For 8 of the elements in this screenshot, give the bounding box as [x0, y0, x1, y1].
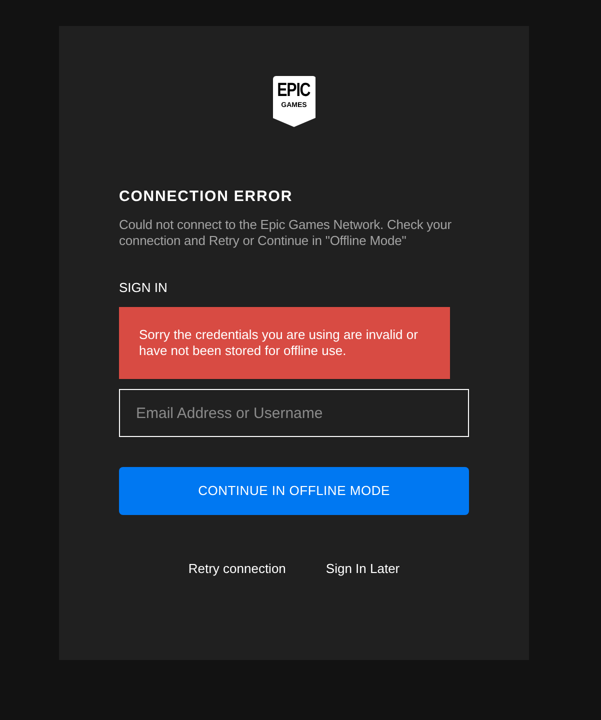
text-link[interactable]: Retry connection	[188, 560, 286, 578]
error-message: Could not connect to the Epic Games Network. Check your connection and Retry or Continue in "Offline Mode"	[119, 217, 452, 249]
dialog-title: CONNECTION ERROR	[119, 187, 294, 207]
credentials-error-alert: Sorry the credentials you are using are invalid or have not been stored for offline use.	[119, 307, 450, 379]
sign-in-heading: SIGN IN	[119, 279, 168, 297]
continue-offline-button[interactable]: CONTINUE IN OFFLINE MODE	[119, 467, 469, 515]
text-link[interactable]: Sign In Later	[326, 560, 400, 578]
email-input-field[interactable]: Email Address or Username	[119, 389, 469, 437]
